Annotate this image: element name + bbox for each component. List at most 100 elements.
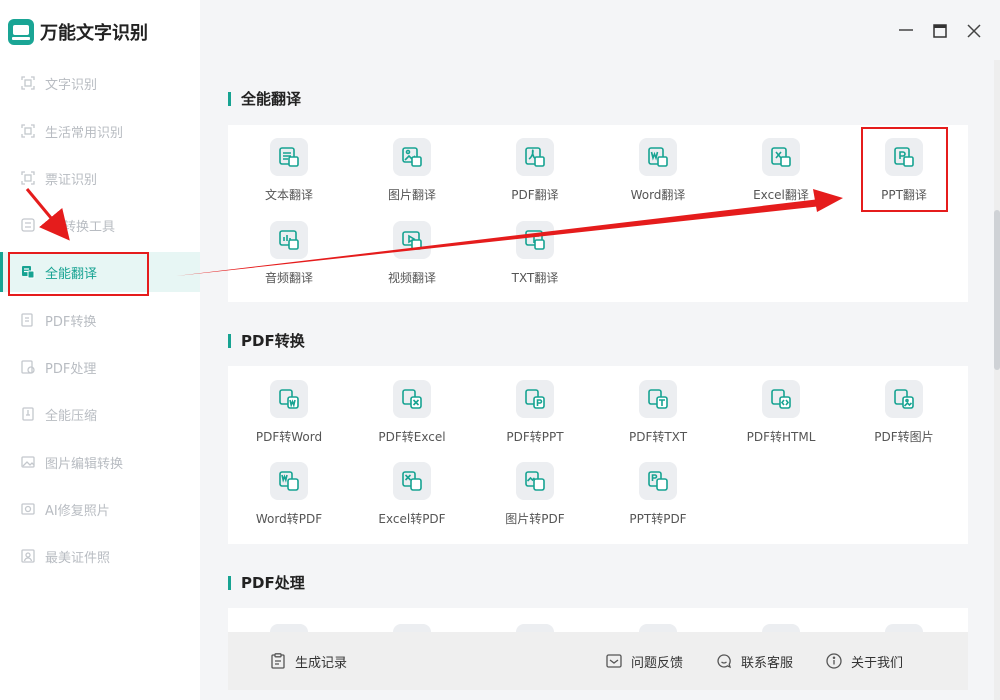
sidebar-item-life-ocr[interactable]: 生活常用识别 (0, 111, 200, 151)
sidebar-item-label: 全能翻译 (45, 266, 98, 282)
tool-label: 图片翻译 (387, 188, 436, 202)
tool-label: PDF转图片 (874, 430, 934, 444)
close-icon (967, 23, 981, 42)
tool-word-translate[interactable]: Word翻译 (608, 138, 708, 208)
support-button[interactable]: 联系客服 (716, 632, 793, 690)
tool-audio-translate[interactable]: 音频翻译 (239, 221, 339, 291)
support-label: 联系客服 (741, 655, 794, 671)
sidebar-item-label: 全能压缩 (45, 408, 98, 424)
maximize-button[interactable] (928, 20, 952, 44)
about-label: 关于我们 (851, 655, 904, 671)
chat-icon (716, 653, 732, 669)
tool-pdf-to-excel[interactable]: PDF转Excel (362, 380, 462, 450)
tool-pdf-translate[interactable]: PDF翻译 (485, 138, 585, 208)
ppt-translate-icon (885, 138, 923, 176)
sidebar-item-ai-photo-fix[interactable]: AI修复照片 (0, 489, 200, 529)
close-button[interactable] (962, 20, 986, 44)
tool-txt-translate[interactable]: TXT翻译 (485, 221, 585, 291)
tool-label: PDF转PPT (506, 430, 564, 444)
image-translate-icon (393, 138, 431, 176)
sidebar-item-pdf-convert[interactable]: PDF转换 (0, 300, 200, 340)
footer-bar: 生成记录 问题反馈 联系客服 关于我们 (228, 632, 968, 690)
tool-ppt-to-pdf[interactable]: PPT转PDF (608, 462, 708, 532)
tool-label: PPT翻译 (881, 188, 927, 202)
tool-video-translate[interactable]: 视频翻译 (362, 221, 462, 291)
maximize-icon (933, 23, 947, 42)
clipboard-icon (270, 653, 286, 669)
pdf-to-ppt-icon (516, 380, 554, 418)
minimize-button[interactable] (894, 20, 918, 44)
tool-label: PPT转PDF (629, 512, 687, 526)
tool-image-to-pdf[interactable]: 图片转PDF (485, 462, 585, 532)
sidebar-item-label: 票证识别 (45, 172, 98, 188)
pdf-process-tool-icon (393, 624, 431, 632)
tool-label: PDF翻译 (511, 188, 559, 202)
tool-label: 文本翻译 (264, 188, 313, 202)
sidebar-item-label: 转换工具 (63, 219, 116, 235)
sidebar-item-label: 图片编辑转换 (45, 456, 124, 472)
scrollbar-thumb[interactable] (994, 210, 1000, 370)
records-label: 生成记录 (295, 655, 348, 671)
audio-translate-icon (270, 221, 308, 259)
sidebar-item-image-edit[interactable]: 图片编辑转换 (0, 442, 200, 482)
sidebar-item-id-photo[interactable]: 最美证件照 (0, 536, 200, 576)
excel-to-pdf-icon (393, 462, 431, 500)
sidebar-item-ticket-ocr[interactable]: 票证识别 (0, 158, 200, 198)
scan-icon (20, 170, 36, 186)
compress-icon (20, 406, 36, 422)
txt-translate-icon (516, 221, 554, 259)
feedback-icon (606, 653, 622, 669)
section-title-pdf-convert: PDF转换 (228, 330, 305, 351)
tool-ppt-translate[interactable]: PPT翻译 (854, 138, 954, 208)
sidebar-item-convert-tools[interactable]: 转换工具 (0, 205, 200, 245)
tool-label: 图片转PDF (505, 512, 565, 526)
tool-pdf-to-html[interactable]: PDF转HTML (731, 380, 831, 450)
minimize-icon (898, 22, 914, 42)
tool-label: PDF转Word (255, 430, 323, 444)
tool-label: PDF转HTML (746, 430, 816, 444)
tool-label: TXT翻译 (511, 271, 559, 285)
sidebar-item-pdf-process[interactable]: PDF处理 (0, 347, 200, 387)
app-brand: 万能文字识别 (8, 17, 148, 47)
tool-label: PDF转TXT (628, 430, 688, 444)
pdf-process-tools-panel (228, 608, 968, 632)
sidebar-item-label: PDF转换 (45, 314, 97, 330)
feedback-label: 问题反馈 (631, 655, 684, 671)
about-button[interactable]: 关于我们 (826, 632, 903, 690)
tool-label: PDF转Excel (378, 430, 446, 444)
sidebar-item-compress[interactable]: 全能压缩 (0, 394, 200, 434)
records-button[interactable]: 生成记录 (270, 632, 347, 690)
scan-icon (20, 75, 36, 91)
video-translate-icon (393, 221, 431, 259)
word-to-pdf-icon (270, 462, 308, 500)
pdf-convert-icon (20, 312, 36, 328)
sidebar-item-label: 文字识别 (45, 77, 98, 93)
scrollbar-track[interactable] (994, 60, 1000, 700)
word-translate-icon (639, 138, 677, 176)
tool-label: 音频翻译 (264, 271, 313, 285)
tool-pdf-to-word[interactable]: PDF转Word (239, 380, 339, 450)
tool-excel-translate[interactable]: Excel翻译 (731, 138, 831, 208)
tool-excel-to-pdf[interactable]: Excel转PDF (362, 462, 462, 532)
feedback-button[interactable]: 问题反馈 (606, 632, 683, 690)
tool-pdf-to-ppt[interactable]: PDF转PPT (485, 380, 585, 450)
tool-pdf-to-txt[interactable]: PDF转TXT (608, 380, 708, 450)
tool-word-to-pdf[interactable]: Word转PDF (239, 462, 339, 532)
pdf-process-icon (20, 359, 36, 375)
image-edit-icon (20, 454, 36, 470)
sidebar-item-translate[interactable]: 全能翻译 (0, 252, 200, 292)
sidebar-item-label: AI修复照片 (45, 503, 110, 519)
translate-tools-panel: 文本翻译 图片翻译 PDF翻译 Word翻译 Excel翻译 PPT翻译 音频翻… (228, 125, 968, 302)
image-to-pdf-icon (516, 462, 554, 500)
info-icon (826, 653, 842, 669)
pdf-to-image-icon (885, 380, 923, 418)
pdf-process-tool-icon (762, 624, 800, 632)
scan-icon (20, 123, 36, 139)
tool-label: Excel转PDF (378, 512, 446, 526)
sidebar-item-label: 最美证件照 (45, 550, 111, 566)
tool-text-translate[interactable]: 文本翻译 (239, 138, 339, 208)
tool-label: 视频翻译 (387, 271, 436, 285)
sidebar-item-text-ocr[interactable]: 文字识别 (0, 63, 200, 103)
tool-image-translate[interactable]: 图片翻译 (362, 138, 462, 208)
tool-pdf-to-image[interactable]: PDF转图片 (854, 380, 954, 450)
